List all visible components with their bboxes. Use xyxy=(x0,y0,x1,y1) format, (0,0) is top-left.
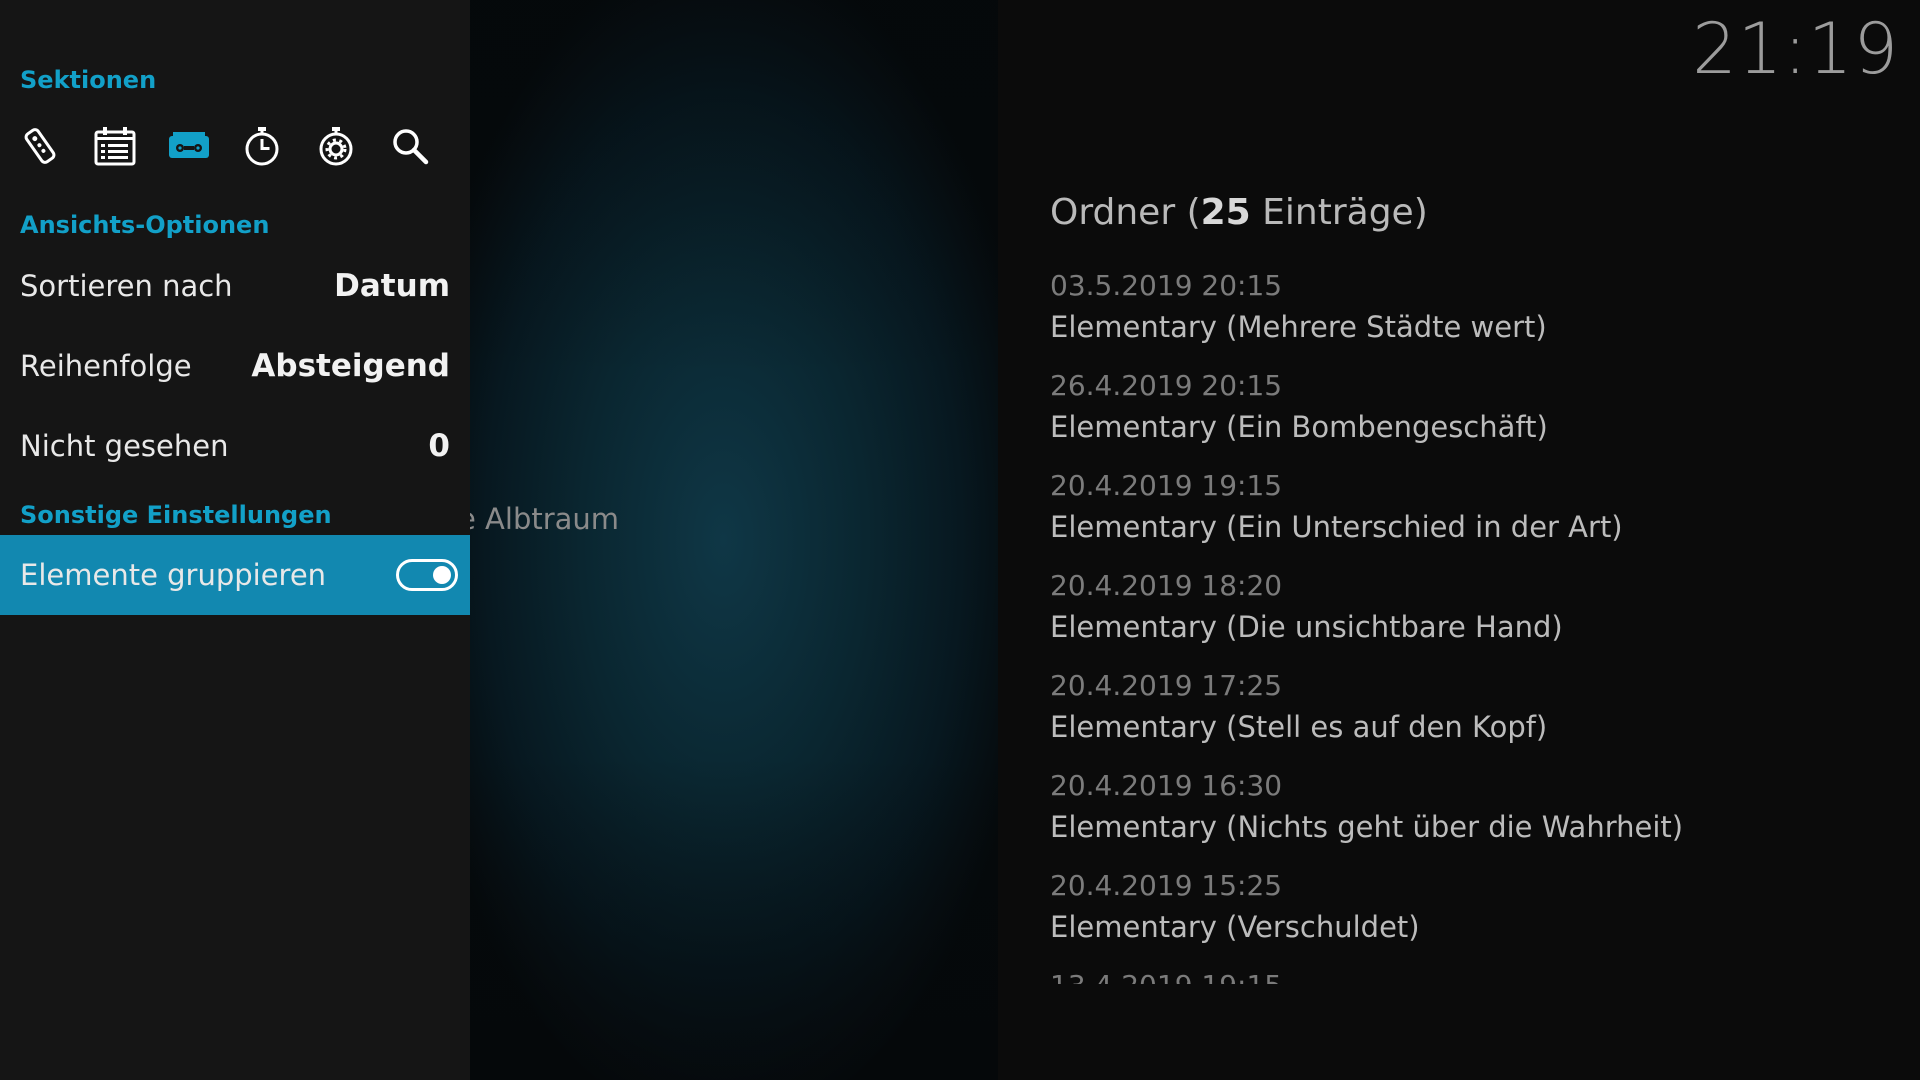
recording-date: 20.4.2019 18:20 xyxy=(1050,569,1283,602)
timer-icon[interactable] xyxy=(242,118,316,174)
sections-heading: Sektionen xyxy=(20,66,157,94)
remote-icon[interactable] xyxy=(20,118,94,174)
recording-date: 20.4.2019 15:25 xyxy=(1050,869,1283,902)
search-icon[interactable] xyxy=(390,118,464,174)
tv-guide-icon[interactable] xyxy=(94,118,168,174)
group-items-toggle[interactable] xyxy=(396,559,458,591)
recording-title: Elementary (Stell es auf den Kopf) xyxy=(1050,710,1548,744)
list-item[interactable]: 26.4.2019 20:15 Elementary (Ein Bombenge… xyxy=(1050,366,1870,466)
folder-header-suffix: Einträge) xyxy=(1250,192,1428,233)
recording-date: 26.4.2019 20:15 xyxy=(1050,369,1283,402)
timer-rules-icon[interactable] xyxy=(316,118,390,174)
unwatched-value: 0 xyxy=(428,428,450,464)
background-list-item: e Albtraum xyxy=(466,502,620,536)
recording-title: Elementary (Verschuldet) xyxy=(1050,910,1420,944)
list-item[interactable]: 20.4.2019 19:15 Elementary (Ein Untersch… xyxy=(1050,466,1870,566)
sort-by-label: Sortieren nach xyxy=(20,269,233,303)
recording-date: 20.4.2019 16:30 xyxy=(1050,769,1283,802)
folder-entry-count: 25 xyxy=(1200,192,1251,233)
section-icon-row xyxy=(20,118,464,174)
recording-list[interactable]: 03.5.2019 20:15 Elementary (Mehrere Städ… xyxy=(1050,266,1870,984)
recording-title: Elementary (Ein Bombengeschäft) xyxy=(1050,410,1548,444)
order-option[interactable]: Reihenfolge Absteigend xyxy=(0,326,470,406)
recording-title: Elementary (Mehrere Städte wert) xyxy=(1050,310,1547,344)
recording-date: 03.5.2019 20:15 xyxy=(1050,269,1283,302)
list-item[interactable]: 20.4.2019 16:30 Elementary (Nichts geht … xyxy=(1050,766,1870,866)
toggle-knob xyxy=(433,566,451,584)
other-settings-heading: Sonstige Einstellungen xyxy=(20,501,332,529)
group-items-label: Elemente gruppieren xyxy=(20,558,327,592)
folder-header-prefix: Ordner ( xyxy=(1050,192,1201,233)
background-fade xyxy=(470,0,998,1080)
recording-title: Elementary (Die unsichtbare Hand) xyxy=(1050,610,1563,644)
unwatched-label: Nicht gesehen xyxy=(20,429,229,463)
side-menu: Sektionen Ansichts-Optionen Sortieren na… xyxy=(0,0,470,1080)
clock: 21:19 xyxy=(1692,8,1899,90)
list-item[interactable]: 20.4.2019 15:25 Elementary (Verschuldet) xyxy=(1050,866,1870,966)
folder-header: Ordner (25 Einträge) xyxy=(1050,192,1428,233)
list-item[interactable]: 20.4.2019 18:20 Elementary (Die unsichtb… xyxy=(1050,566,1870,666)
recording-title: Elementary (Nichts geht über die Wahrhei… xyxy=(1050,810,1684,844)
unwatched-option[interactable]: Nicht gesehen 0 xyxy=(0,406,470,486)
group-items-option[interactable]: Elemente gruppieren xyxy=(0,535,470,615)
recording-date: 20.4.2019 17:25 xyxy=(1050,669,1283,702)
sort-by-option[interactable]: Sortieren nach Datum xyxy=(0,246,470,326)
sort-by-value: Datum xyxy=(334,268,450,304)
recording-date: 20.4.2019 19:15 xyxy=(1050,469,1283,502)
kodi-pvr-recordings-screen: e Albtraum 21:19 Ordner (25 Einträge) 03… xyxy=(0,0,1920,1080)
recording-title: Elementary (Ein Unterschied in der Art) xyxy=(1050,510,1623,544)
view-options-heading: Ansichts-Optionen xyxy=(20,211,270,239)
order-value: Absteigend xyxy=(251,348,450,384)
list-item[interactable]: 20.4.2019 17:25 Elementary (Stell es auf… xyxy=(1050,666,1870,766)
recording-date: 13.4.2019 19:15 xyxy=(1050,966,1870,984)
order-label: Reihenfolge xyxy=(20,349,192,383)
list-item[interactable]: 03.5.2019 20:15 Elementary (Mehrere Städ… xyxy=(1050,266,1870,366)
list-item[interactable]: 13.4.2019 19:15 xyxy=(1050,966,1870,984)
recordings-icon[interactable] xyxy=(168,118,242,174)
